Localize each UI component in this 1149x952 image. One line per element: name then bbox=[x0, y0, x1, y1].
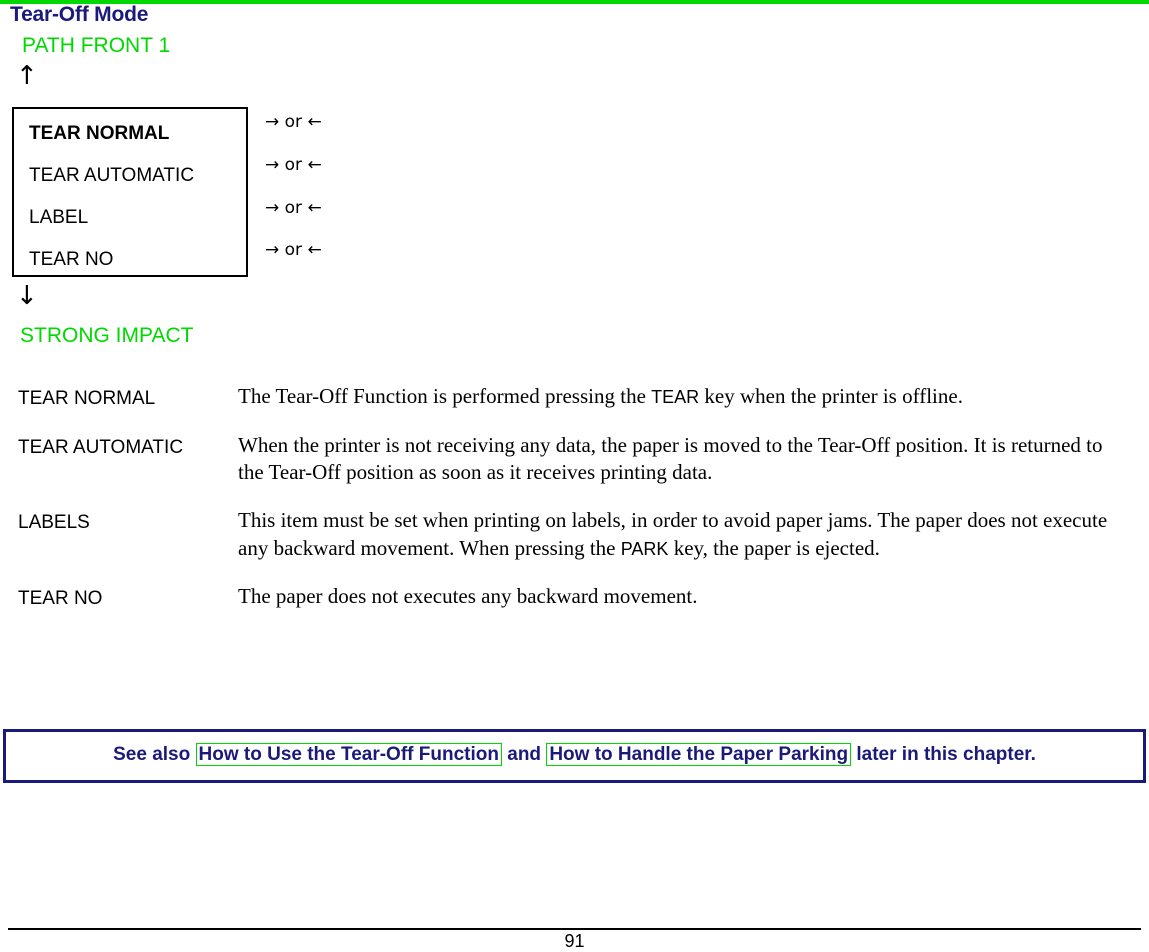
definition-row: TEAR NORMAL The Tear-Off Function is per… bbox=[0, 383, 1149, 412]
desc-text-post: key, the paper is ejected. bbox=[668, 535, 880, 560]
definition-term: TEAR NORMAL bbox=[18, 388, 156, 409]
flow-bottom-label: STRONG IMPACT bbox=[20, 324, 194, 347]
menu-item-label[interactable]: LABEL bbox=[29, 207, 88, 229]
definition-description: This item must be set when printing on l… bbox=[238, 507, 1149, 562]
arrow-up-icon: ↑ bbox=[16, 61, 38, 91]
arrow-down-icon: ↓ bbox=[16, 281, 38, 311]
page-number: 91 bbox=[564, 931, 585, 951]
definition-description: When the printer is not receiving any da… bbox=[238, 432, 1149, 487]
desc-text-pre: The Tear-Off Function is performed press… bbox=[238, 384, 652, 408]
key-hint-tear-normal: → or ← bbox=[265, 112, 322, 132]
definition-description: The paper does not executes any backward… bbox=[238, 583, 1149, 611]
definition-term: TEAR AUTOMATIC bbox=[18, 436, 184, 458]
menu-item-tear-no[interactable]: TEAR NO bbox=[29, 249, 113, 271]
desc-text-post: key when the printer is offline. bbox=[699, 384, 963, 408]
footer-rule bbox=[8, 928, 1141, 930]
definition-row: LABELS This item must be set when printi… bbox=[0, 507, 1149, 562]
desc-text-pre: When the printer is not receiving any da… bbox=[238, 432, 1103, 485]
definition-row: TEAR AUTOMATIC When the printer is not r… bbox=[0, 432, 1149, 487]
desc-text-pre: The paper does not executes any backward… bbox=[238, 583, 698, 608]
definition-row: TEAR NO The paper does not executes any … bbox=[0, 583, 1149, 612]
keycap-park: PARK bbox=[620, 538, 669, 559]
see-also-middle: and bbox=[501, 744, 547, 765]
flow-top-label: PATH FRONT 1 bbox=[22, 34, 171, 57]
see-also-suffix: later in this chapter. bbox=[851, 744, 1036, 765]
definition-term: LABELS bbox=[18, 512, 90, 534]
menu-item-tear-automatic[interactable]: TEAR AUTOMATIC bbox=[29, 165, 194, 187]
definition-term: TEAR NO bbox=[18, 587, 103, 609]
see-also-prefix: See also bbox=[113, 744, 196, 765]
keycap-tear: TEAR bbox=[651, 387, 700, 407]
key-hint-tear-automatic: → or ← bbox=[265, 155, 322, 175]
page-title: Tear-Off Mode bbox=[10, 3, 149, 26]
menu-options-box: TEAR NORMAL TEAR AUTOMATIC LABEL TEAR NO bbox=[12, 107, 248, 277]
key-hint-label: → or ← bbox=[265, 198, 322, 218]
definition-description: The Tear-Off Function is performed press… bbox=[238, 383, 1149, 411]
definition-list: TEAR NORMAL The Tear-Off Function is per… bbox=[0, 383, 1149, 631]
menu-item-tear-normal[interactable]: TEAR NORMAL bbox=[29, 123, 169, 145]
link-how-to-use-tear-off-function[interactable]: How to Use the Tear-Off Function bbox=[195, 743, 502, 766]
link-how-to-handle-paper-parking[interactable]: How to Handle the Paper Parking bbox=[546, 743, 852, 766]
key-hint-tear-no: → or ← bbox=[265, 240, 322, 260]
see-also-callout: See also How to Use the Tear-Off Functio… bbox=[3, 729, 1146, 783]
top-green-rule bbox=[0, 0, 1149, 4]
